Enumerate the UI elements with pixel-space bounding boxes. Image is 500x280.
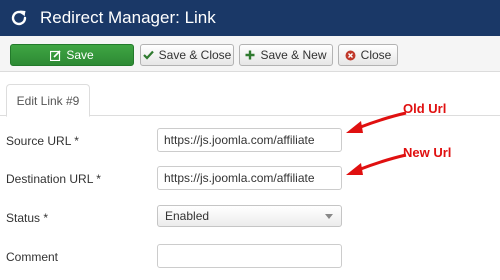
new-url-annotation: New Url xyxy=(403,145,452,160)
save-new-button-label: Save & New xyxy=(260,48,327,62)
status-label: Status * xyxy=(6,211,49,225)
close-button-label: Close xyxy=(360,48,392,62)
status-select-value: Enabled xyxy=(165,209,210,223)
arrow-icon xyxy=(346,153,407,175)
save-new-button[interactable]: Save & New xyxy=(239,44,333,66)
save-close-button[interactable]: Save & Close xyxy=(140,44,234,66)
destination-url-input[interactable] xyxy=(157,166,342,190)
check-icon xyxy=(142,50,154,60)
save-button-label: Save xyxy=(66,48,94,62)
edit-icon xyxy=(50,49,61,61)
old-url-annotation: Old Url xyxy=(403,101,447,116)
tab-edit-link-label: Edit Link #9 xyxy=(16,93,80,108)
save-button[interactable]: Save xyxy=(10,44,134,66)
close-icon xyxy=(345,50,356,61)
arrow-icon xyxy=(346,111,407,133)
plus-icon xyxy=(245,50,255,60)
status-select[interactable]: Enabled xyxy=(157,205,342,227)
comment-input[interactable] xyxy=(157,244,342,268)
save-close-button-label: Save & Close xyxy=(158,48,232,62)
close-button[interactable]: Close xyxy=(338,44,398,66)
source-url-input[interactable] xyxy=(157,128,342,152)
app-header: Redirect Manager: Link xyxy=(0,0,500,36)
chevron-down-icon xyxy=(325,214,333,219)
comment-label: Comment xyxy=(6,250,59,264)
destination-url-label: Destination URL * xyxy=(6,172,101,186)
source-url-label: Source URL * xyxy=(6,134,79,148)
refresh-icon xyxy=(8,7,30,29)
page-title: Redirect Manager: Link xyxy=(40,8,216,27)
toolbar: Save Save & Close Save & New Close xyxy=(0,36,500,72)
tab-edit-link[interactable]: Edit Link #9 xyxy=(6,84,90,117)
